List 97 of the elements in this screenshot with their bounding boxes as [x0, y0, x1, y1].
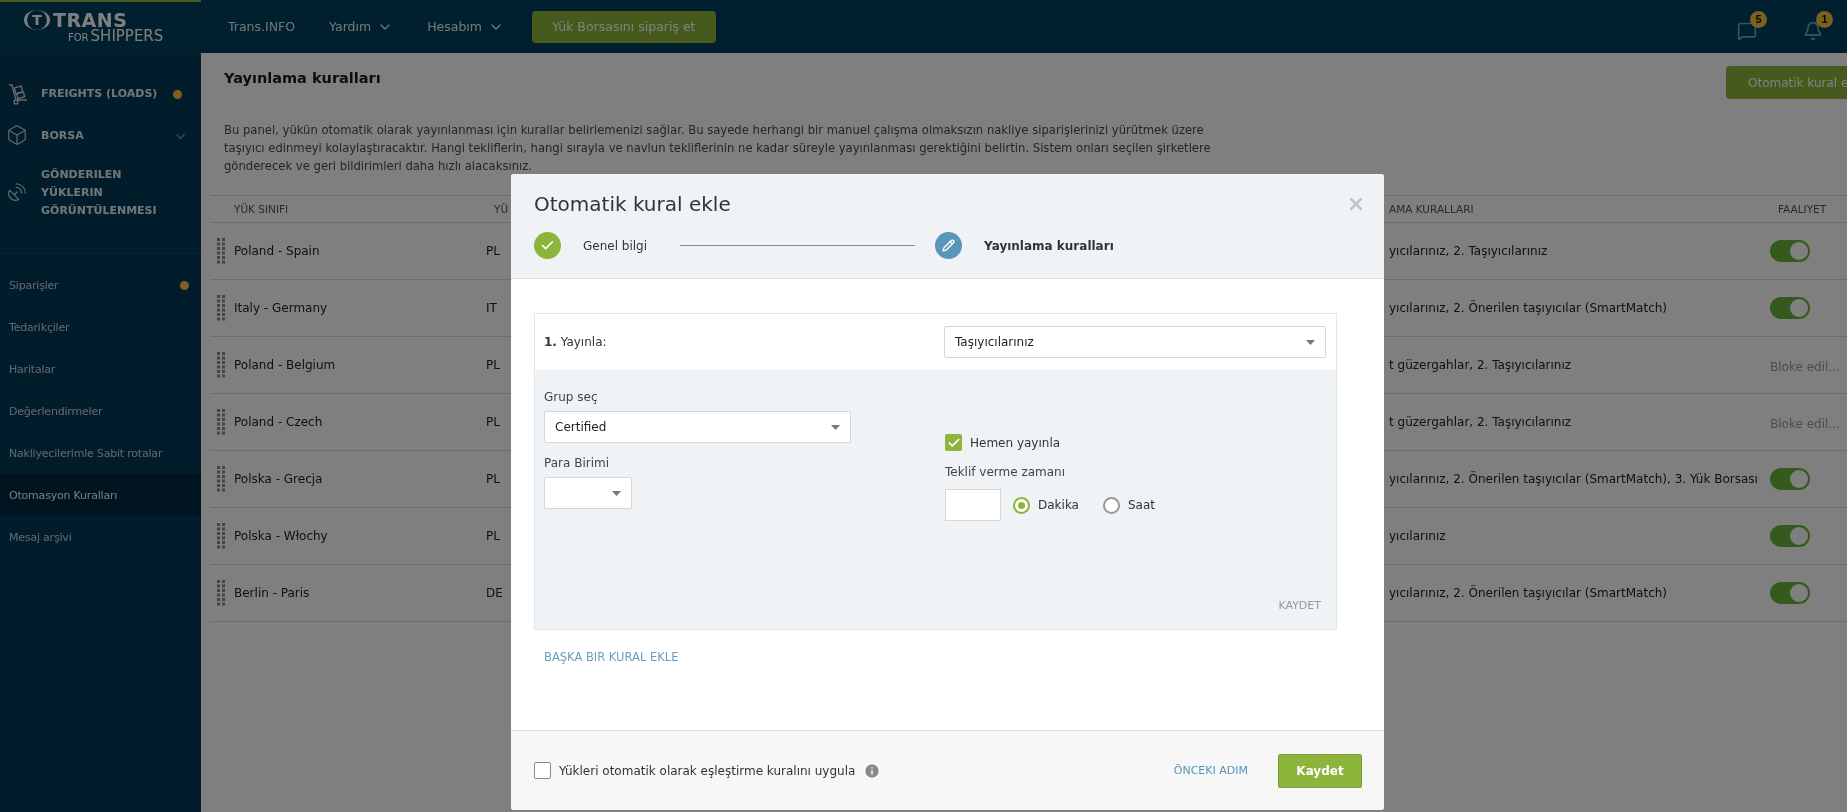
table-cell: PL — [486, 415, 500, 429]
hand-truck-icon — [6, 82, 30, 106]
table-cell: Polska - Grecja — [234, 472, 323, 486]
nav-link[interactable]: Trans.INFO — [228, 19, 296, 34]
logo-title: TRANS — [53, 10, 128, 30]
sidebar-item[interactable]: Otomasyon Kuralları — [0, 474, 201, 516]
table-cell: Berlin - Paris — [234, 586, 310, 600]
table-cell-text: t güzergahlar, 2. Taşıyıcılarınız — [1388, 415, 1572, 429]
table-cell: PL — [486, 358, 500, 372]
nav-link[interactable]: Yardım — [329, 18, 394, 35]
save-button[interactable]: Kaydet — [1278, 753, 1362, 788]
drag-handle-icon[interactable] — [217, 352, 225, 378]
table-cell-text: yıcılarınız, 2. Önerilen taşıyıcılar (SmartMatch), 3. Yük Borsası — [1388, 472, 1758, 486]
table-cell: Poland - Spain — [234, 244, 320, 258]
caret-icon — [612, 490, 621, 496]
sidebar-item[interactable]: Mesaj arşivi — [0, 516, 201, 558]
radio-button[interactable] — [1013, 496, 1030, 514]
table-cell: Poland - Czech — [234, 415, 323, 429]
field-label: Para Birimi — [544, 456, 610, 470]
input-field[interactable] — [945, 489, 1001, 521]
column-header: YÜK SINIFI — [233, 203, 289, 215]
notifications-button[interactable]: 1 — [1801, 10, 1833, 43]
table-cell: PL — [486, 529, 500, 543]
select-field[interactable]: Taşıyıcılarınız — [944, 326, 1326, 358]
toggle-switch[interactable] — [1770, 582, 1810, 604]
caret-icon — [1306, 339, 1315, 345]
page-title: Yayınlama kuralları — [224, 70, 381, 86]
messages-button[interactable]: 5 — [1735, 10, 1767, 43]
column-header: AMA KURALLARI — [1388, 203, 1474, 215]
toggle-switch[interactable] — [1770, 297, 1810, 319]
logo-subtitle: SHIPPERS — [90, 29, 164, 44]
select-field[interactable]: Certified — [544, 411, 851, 443]
order-button[interactable]: Yük Borsasını sipariş et — [532, 10, 716, 43]
caret-icon — [831, 424, 840, 430]
toggle-switch[interactable] — [1770, 525, 1810, 547]
dialog-title: Otomatik kural ekle — [534, 192, 731, 216]
bell-icon — [1803, 20, 1823, 41]
section-label: BORSA — [41, 128, 85, 144]
step-label: Genel bilgi — [583, 238, 648, 253]
drag-handle-icon[interactable] — [217, 466, 225, 492]
step-label: Yayınlama kuralları — [984, 238, 1114, 253]
column-header: FAALIYET — [1777, 203, 1827, 215]
drag-handle-icon[interactable] — [217, 523, 225, 549]
chat-icon — [1737, 20, 1757, 41]
field-label: Teklif verme zamanı — [945, 465, 1067, 479]
box-icon — [6, 124, 28, 146]
save-rule-button[interactable]: KAYDET — [1278, 599, 1321, 612]
rule-heading: 1. Yayınla: — [544, 335, 608, 349]
checkbox-label: Hemen yayınla — [970, 435, 1061, 450]
drag-handle-icon[interactable] — [217, 580, 225, 606]
count-badge: 1 — [1816, 10, 1833, 28]
info-icon[interactable] — [863, 761, 882, 780]
select-field[interactable] — [544, 477, 632, 509]
count-badge: 5 — [1750, 10, 1767, 28]
add-rule-link[interactable]: BAŞKA BIR KURAL EKLE — [544, 650, 679, 664]
toggle-switch[interactable] — [1770, 468, 1810, 490]
radio-label: Dakika — [1038, 498, 1079, 512]
sidebar-section[interactable]: FREIGHTS (LOADS) — [0, 73, 201, 115]
table-cell-text: yıcılarınız, 2. Taşıyıcılarınız — [1388, 244, 1548, 258]
description-text: Bu panel, yükün otomatik olarak yayınlanması için kurallar belirlemenizi sağlar. Bu sayede herhangi bir manuel çalışma olmaksızın nakliye siparişlerinizi yürütmek üzere taşıyıcı edinmeyi kolaylaştıracaktır. Hangi tekliflerin, hangi sırayla ve navlun tekliflerinin ne kadar süreyle yayınlanması gerektiğini belirtin. Sistem onları seçilen şirketlere gönderecek ve geri bildirimleri daha hızlı alacaksınız. — [224, 122, 1212, 175]
table-cell: DE — [486, 586, 503, 600]
table-cell: IT — [486, 301, 497, 315]
sidebar-item[interactable]: Nakliyecilerimle Sabit rotalar — [0, 432, 201, 474]
previous-step-link[interactable]: ÖNCEKI ADIM — [1173, 764, 1248, 777]
sidebar-section[interactable]: BORSA — [0, 115, 201, 157]
sidebar-item[interactable]: Haritalar — [0, 348, 201, 390]
toggle-switch[interactable] — [1770, 240, 1810, 262]
checkbox[interactable] — [945, 434, 962, 451]
column-header: YÜ — [493, 203, 509, 215]
table-cell: Italy - Germany — [234, 301, 328, 315]
logo-mark: T — [24, 10, 50, 30]
table-cell-text: t güzergahlar, 2. Taşıyıcılarınız — [1388, 358, 1572, 372]
satellite-dish-icon — [6, 181, 28, 203]
checkbox[interactable] — [534, 762, 551, 779]
drag-handle-icon[interactable] — [217, 238, 225, 264]
add-rule-button[interactable]: Otomatik kural e — [1726, 66, 1847, 99]
section-label: FREIGHTS (LOADS) — [41, 86, 159, 102]
checkbox-label: Yükleri otomatik olarak eşleştirme kuralını uygula — [559, 763, 856, 778]
drag-handle-icon[interactable] — [217, 409, 225, 435]
sidebar-section[interactable]: GÖNDERILEN YÜKLERIN GÖRÜNTÜLENMESI — [0, 157, 201, 229]
radio-button[interactable] — [1102, 496, 1120, 514]
sidebar-item[interactable]: Tedarikçiler — [0, 306, 201, 348]
sidebar-item[interactable]: Siparişler — [0, 264, 201, 306]
radio-label: Saat — [1127, 498, 1155, 512]
logo-tagline: FOR — [68, 32, 89, 43]
table-cell: Polska - Włochy — [234, 529, 328, 543]
table-cell: PL — [486, 472, 500, 486]
table-cell: Poland - Belgium — [234, 358, 336, 372]
table-cell-text: yıcılarınız — [1388, 529, 1446, 543]
table-cell: PL — [486, 244, 500, 258]
section-label: GÖNDERILEN YÜKLERIN GÖRÜNTÜLENMESI — [41, 167, 158, 219]
table-cell-text: yıcılarınız, 2. Önerilen taşıyıcılar (SmartMatch) — [1388, 301, 1667, 315]
table-cell-text: yıcılarınız, 2. Önerilen taşıyıcılar (SmartMatch) — [1388, 586, 1667, 600]
field-label: Grup seç — [544, 390, 599, 404]
sidebar-item[interactable]: Değerlendirmeler — [0, 390, 201, 432]
drag-handle-icon[interactable] — [217, 295, 225, 321]
nav-link[interactable]: Hesabım — [427, 18, 504, 35]
